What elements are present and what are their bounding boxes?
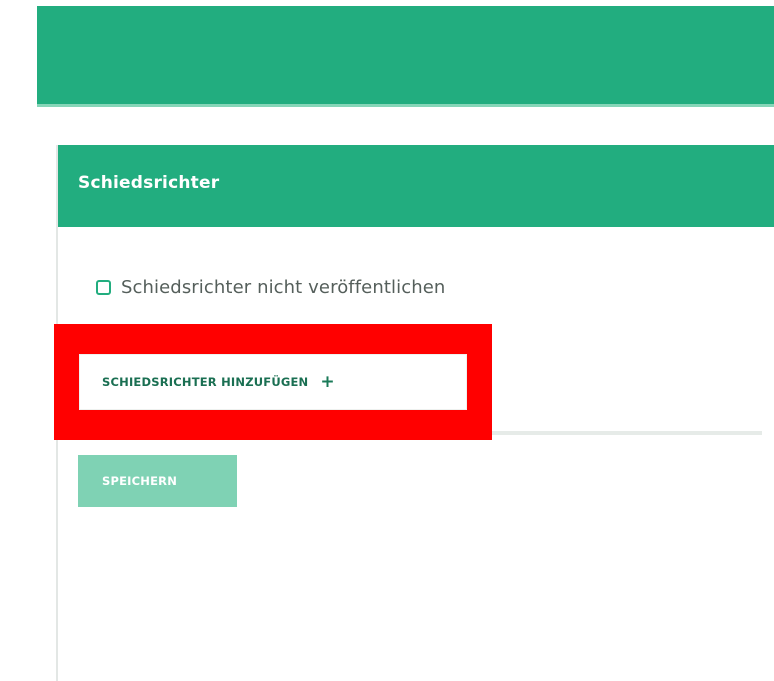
top-app-bar-underline (37, 104, 774, 107)
plus-icon: + (320, 371, 335, 392)
add-referee-button[interactable]: SCHIEDSRICHTER HINZUFÜGEN + (80, 355, 466, 409)
save-button[interactable]: SPEICHERN (78, 455, 237, 507)
hide-referees-checkbox[interactable] (96, 279, 111, 295)
top-app-bar (37, 6, 774, 106)
panel-header: Schiedsrichter (58, 145, 774, 227)
section-divider (492, 431, 762, 435)
panel-title: Schiedsrichter (78, 173, 220, 193)
add-referee-button-label: SCHIEDSRICHTER HINZUFÜGEN (102, 375, 309, 389)
hide-referees-checkbox-row[interactable]: Schiedsrichter nicht veröffentlichen (96, 276, 445, 298)
hide-referees-checkbox-label: Schiedsrichter nicht veröffentlichen (121, 276, 446, 298)
